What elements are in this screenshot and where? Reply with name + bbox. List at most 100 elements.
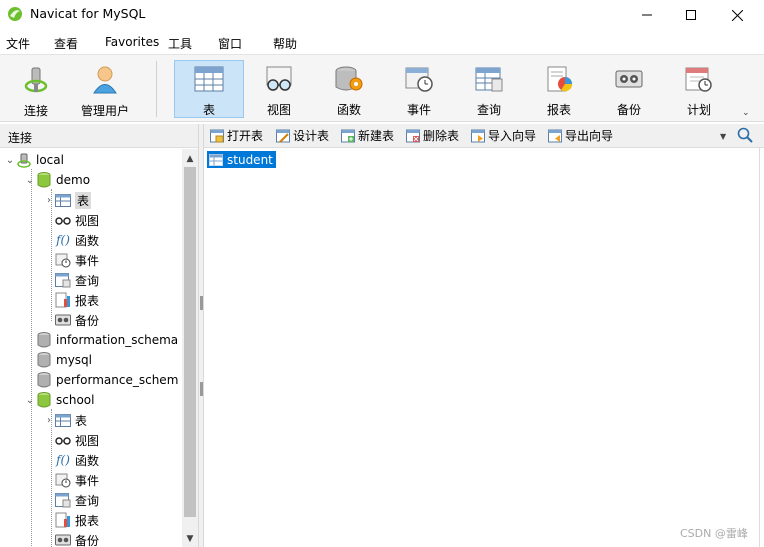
view-toolbar-button[interactable]: 视图 — [247, 60, 311, 118]
tree-node-demo-functions[interactable]: f() 函数 — [55, 230, 99, 250]
database-closed-icon — [36, 352, 52, 368]
schedule-toolbar-label: 计划 — [686, 103, 711, 117]
open-table-icon — [210, 129, 224, 142]
expand-arrow-icon[interactable]: › — [43, 195, 55, 206]
database-name: school — [56, 393, 95, 407]
menu-help[interactable]: 帮助 — [273, 35, 297, 52]
object-toolbar: 打开表 设计表 新建表 删除表 导入向导 导出向导 ▼ — [204, 124, 764, 148]
tree-node-demo-queries[interactable]: 查询 — [55, 270, 99, 290]
tree-node-information-schema[interactable]: information_schema — [36, 330, 178, 350]
database-name: information_schema — [56, 333, 179, 347]
tree-label: 视图 — [75, 433, 100, 448]
menu-bar: 文件 查看 Favorites 工具 窗口 帮助 — [0, 32, 764, 54]
window-title: Navicat for MySQL — [30, 6, 146, 21]
tree-label: 函数 — [75, 233, 100, 248]
collapse-arrow-icon[interactable]: ⌄ — [4, 155, 16, 166]
backup-toolbar-button[interactable]: 备份 — [597, 60, 661, 118]
object-list: student — [204, 148, 760, 547]
tree-label: 视图 — [75, 213, 100, 228]
function-toolbar-button[interactable]: 函数 — [317, 60, 381, 118]
function-fx-icon: f() — [56, 453, 70, 467]
query-icon — [55, 272, 71, 288]
tree-node-demo-tables[interactable]: › 表 — [43, 190, 92, 210]
main-toolbar: 连接 管理用户 表 视图 函数 事件 查询 报表 备份 计划 — [0, 54, 764, 122]
tree-label: 报表 — [75, 293, 100, 308]
table-toolbar-button[interactable]: 表 — [174, 60, 244, 118]
object-toolbar-overflow-icon[interactable]: ▼ — [720, 132, 726, 141]
tree-node-local[interactable]: ⌄ local — [4, 150, 64, 170]
tree-node-mysql[interactable]: mysql — [36, 350, 92, 370]
event-toolbar-button[interactable]: 事件 — [387, 60, 451, 118]
collapse-arrow-icon[interactable]: ⌄ — [24, 395, 36, 406]
query-icon — [472, 64, 506, 93]
search-icon[interactable] — [737, 127, 753, 143]
manage-users-button[interactable]: 管理用户 — [73, 60, 137, 118]
tree-label: 函数 — [75, 453, 100, 468]
tree-node-school[interactable]: ⌄ school — [24, 390, 94, 410]
tree-node-school-events[interactable]: 事件 — [55, 470, 99, 490]
report-icon — [542, 64, 576, 93]
expand-arrow-icon[interactable]: › — [43, 415, 55, 426]
tree-node-performance-schema[interactable]: performance_schem — [36, 370, 178, 390]
export-wizard-button[interactable]: 导出向导 — [548, 127, 613, 144]
tree-label: 报表 — [75, 513, 100, 528]
tree-node-demo-views[interactable]: 视图 — [55, 210, 99, 230]
report-toolbar-button[interactable]: 报表 — [527, 60, 591, 118]
new-table-icon — [341, 129, 355, 142]
collapse-arrow-icon[interactable]: ⌄ — [24, 175, 36, 186]
new-table-button[interactable]: 新建表 — [341, 127, 394, 144]
menu-view[interactable]: 查看 — [54, 35, 78, 52]
connect-button[interactable]: 连接 — [4, 60, 68, 118]
maximize-button[interactable] — [668, 0, 714, 30]
tree-node-school-queries[interactable]: 查询 — [55, 490, 99, 510]
design-table-label: 设计表 — [293, 129, 330, 143]
tree-scrollbar[interactable]: ▲ ▼ — [182, 149, 198, 547]
function-toolbar-label: 函数 — [336, 103, 361, 117]
close-button[interactable] — [714, 0, 760, 30]
menu-file[interactable]: 文件 — [6, 35, 30, 52]
schedule-toolbar-button[interactable]: 计划 — [667, 60, 731, 118]
query-toolbar-button[interactable]: 查询 — [457, 60, 521, 118]
tree-node-school-reports[interactable]: 报表 — [55, 510, 99, 530]
tree-node-school-views[interactable]: 视图 — [55, 430, 99, 450]
query-toolbar-label: 查询 — [476, 103, 501, 117]
tree-node-demo-backups[interactable]: 备份 — [55, 310, 99, 330]
splitter-grip — [200, 382, 203, 396]
tree-label: 备份 — [75, 533, 100, 547]
tree-label: 事件 — [75, 473, 100, 488]
tree-label: 查询 — [75, 273, 100, 288]
delete-table-button[interactable]: 删除表 — [406, 127, 459, 144]
menu-favorites[interactable]: Favorites — [105, 35, 159, 49]
connection-tree: ⌄ local ⌄ demo › 表 视图 f() 函数 事件 查询 报表 备份… — [0, 149, 182, 547]
tree-node-demo-reports[interactable]: 报表 — [55, 290, 99, 310]
import-wizard-label: 导入向导 — [488, 129, 537, 143]
event-toolbar-label: 事件 — [406, 103, 431, 117]
table-name: student — [227, 152, 273, 167]
backup-toolbar-label: 备份 — [616, 103, 641, 117]
function-gear-icon — [332, 64, 366, 93]
scroll-down-arrow-icon[interactable]: ▼ — [182, 531, 198, 547]
tree-label: 表 — [75, 413, 88, 428]
scrollbar-thumb[interactable] — [184, 167, 196, 517]
tree-node-school-tables[interactable]: › 表 — [43, 410, 87, 430]
table-item-student[interactable]: student — [207, 151, 276, 168]
open-table-button[interactable]: 打开表 — [210, 127, 263, 144]
import-wizard-button[interactable]: 导入向导 — [471, 127, 536, 144]
connection-panel-header: 连接 — [0, 124, 200, 148]
open-table-label: 打开表 — [227, 129, 264, 143]
toolbar-overflow-button[interactable]: ⌄ — [742, 108, 750, 118]
mysql-connection-icon — [16, 152, 32, 168]
tree-node-school-backups[interactable]: 备份 — [55, 530, 99, 547]
database-name: performance_schem — [56, 373, 179, 387]
design-table-icon — [276, 129, 290, 143]
scroll-up-arrow-icon[interactable]: ▲ — [182, 151, 198, 167]
tree-node-demo[interactable]: ⌄ demo — [24, 170, 90, 190]
menu-window[interactable]: 窗口 — [218, 35, 242, 52]
menu-tools[interactable]: 工具 — [168, 35, 192, 52]
design-table-button[interactable]: 设计表 — [276, 127, 329, 144]
tree-node-school-functions[interactable]: f() 函数 — [55, 450, 99, 470]
tree-node-demo-events[interactable]: 事件 — [55, 250, 99, 270]
delete-table-label: 删除表 — [423, 129, 460, 143]
minimize-button[interactable] — [624, 0, 670, 30]
database-open-icon — [36, 172, 52, 188]
